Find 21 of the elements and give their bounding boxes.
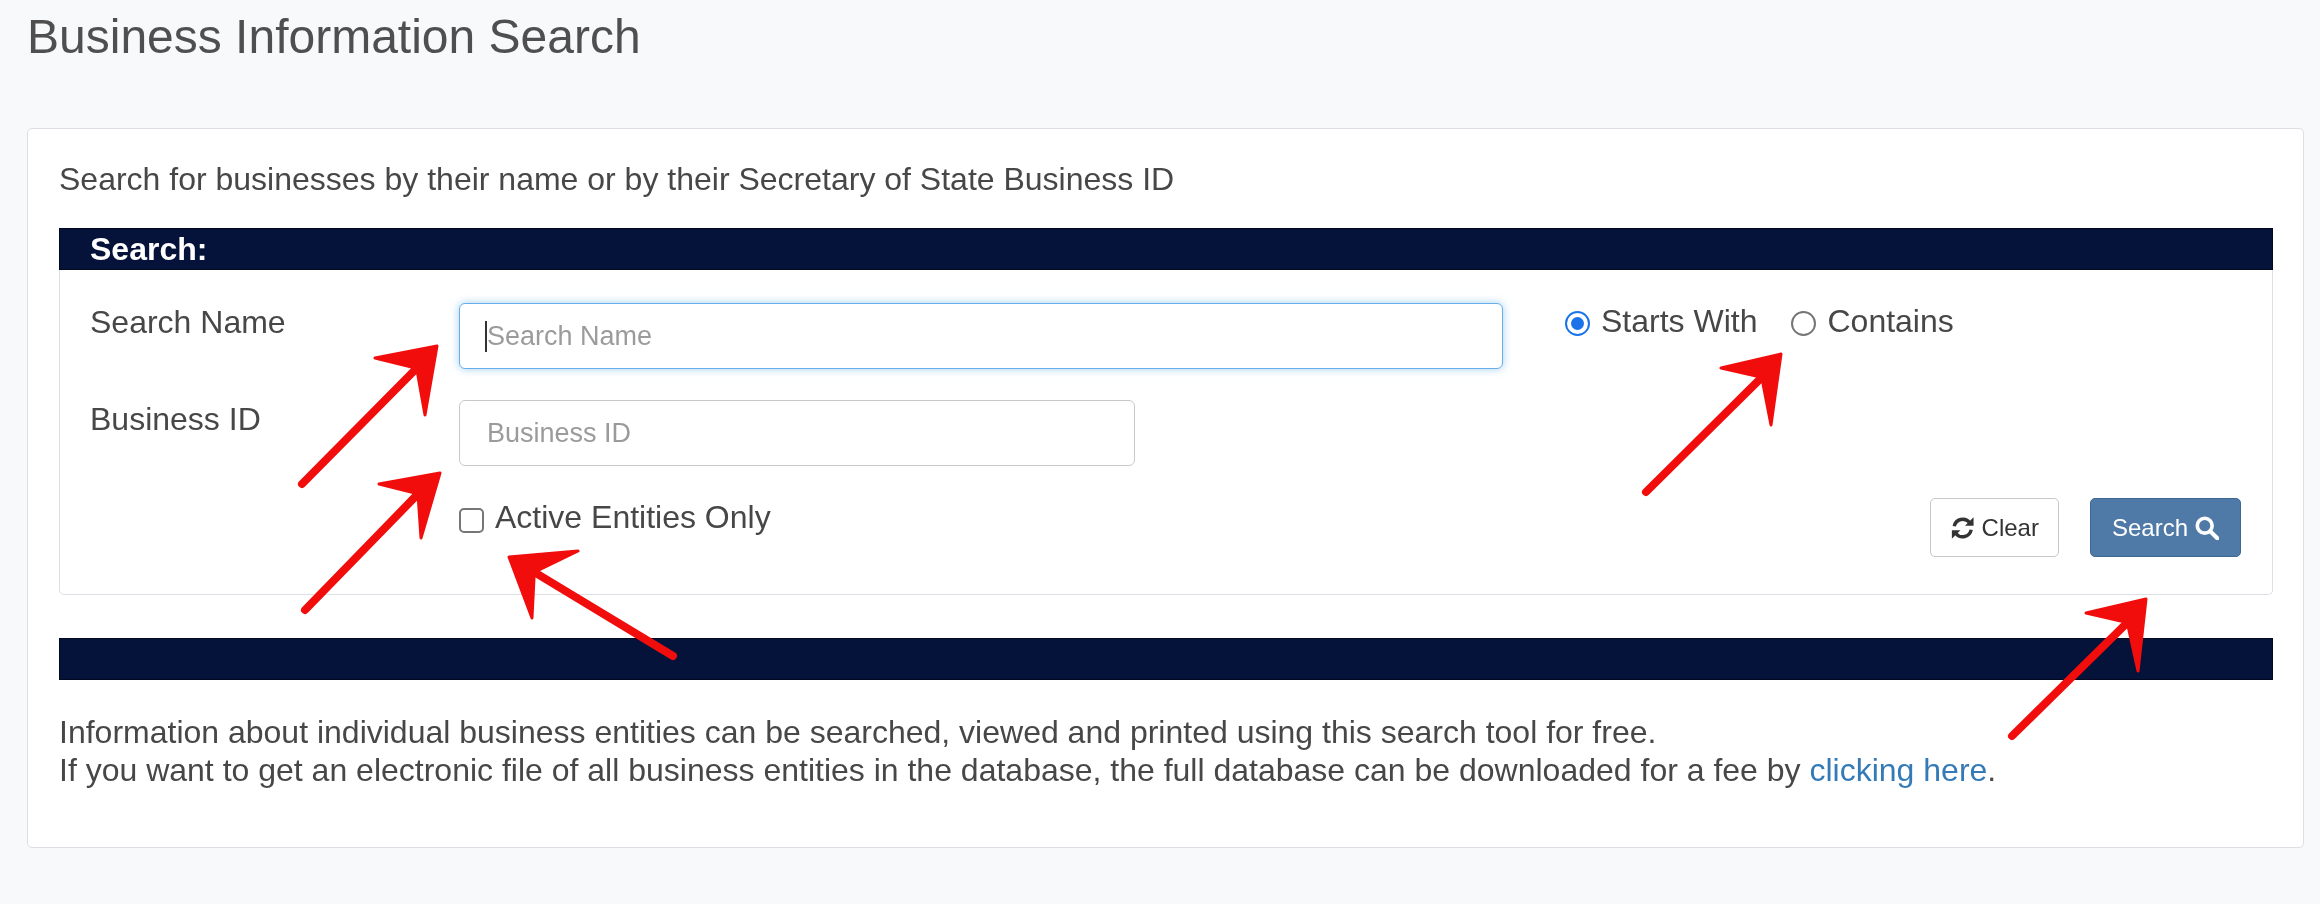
radio-button[interactable] [1791, 310, 1817, 336]
section-header: Search: [59, 228, 2273, 270]
info-text: If you want to get an electronic file of all business entities in the database, the full database can be downloaded for a fee by clicking here. [59, 751, 1998, 789]
download-link[interactable]: clicking here [1809, 752, 1988, 788]
info-text: Information about individual business entities can be searched, viewed and printed using this search tool for free. [59, 713, 1658, 751]
field-label: Business ID [90, 401, 262, 437]
radio-label[interactable]: Starts With [1601, 303, 1758, 339]
radio-label[interactable]: Contains [1827, 303, 1954, 339]
checkbox[interactable] [459, 507, 484, 533]
checkbox-label[interactable]: Active Entities Only [495, 499, 771, 535]
search-icon [2195, 515, 2219, 540]
page-title: Business Information Search [27, 11, 642, 63]
field-label: Search Name [90, 304, 287, 340]
text-field[interactable]: Search Name [459, 303, 1503, 369]
clear-button[interactable]: Clear [1929, 498, 2059, 557]
search-button[interactable]: Search [2089, 498, 2241, 557]
text-field[interactable]: Business ID [459, 400, 1135, 466]
radio-button[interactable] [1565, 310, 1590, 336]
intro-text: Search for businesses by their name or by their Secretary of State Business ID [59, 160, 1176, 198]
refresh-icon [1950, 515, 1975, 540]
text-cursor-icon [485, 321, 487, 352]
